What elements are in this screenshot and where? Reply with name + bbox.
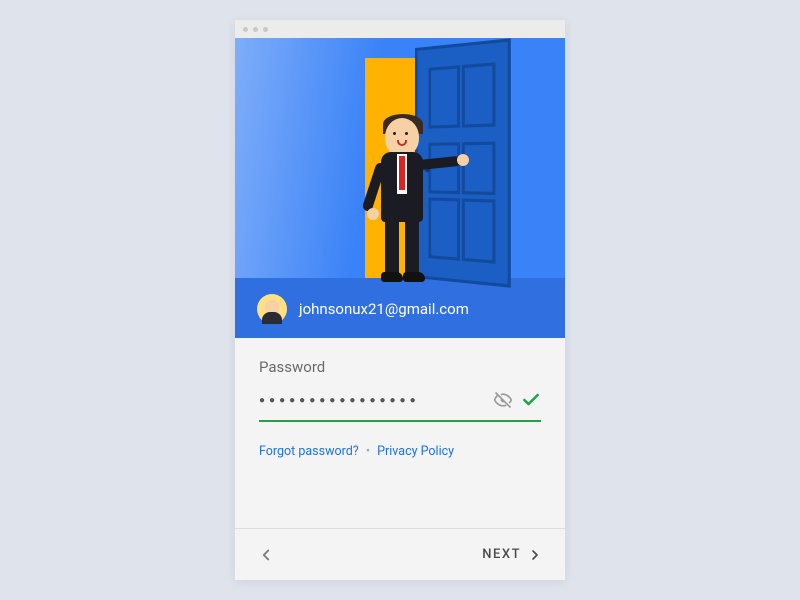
password-form: Password ●●●●●●●●●●●●●●●● Forgot passwor… [235, 338, 565, 467]
window-dot [263, 27, 268, 32]
separator: • [366, 444, 370, 459]
hero-illustration: johnsonux21@gmail.com [235, 38, 565, 338]
window-titlebar [235, 20, 565, 38]
account-chip[interactable]: johnsonux21@gmail.com [257, 294, 469, 324]
login-screen: johnsonux21@gmail.com Password ●●●●●●●●●… [235, 20, 565, 580]
window-dot [253, 27, 258, 32]
visibility-off-icon[interactable] [493, 390, 513, 410]
forgot-password-link[interactable]: Forgot password? [259, 444, 359, 459]
chevron-left-icon [257, 546, 275, 564]
chevron-right-icon [527, 547, 543, 563]
person-illustration [363, 118, 443, 298]
password-mask: ●●●●●●●●●●●●●●●● [259, 395, 485, 406]
checkmark-icon [521, 390, 541, 410]
back-button[interactable] [257, 546, 275, 564]
help-links: Forgot password? • Privacy Policy [259, 444, 541, 459]
password-label: Password [259, 358, 541, 376]
window-dot [243, 27, 248, 32]
avatar [257, 294, 287, 324]
bottom-nav: NEXT [235, 528, 565, 580]
account-email: johnsonux21@gmail.com [299, 300, 469, 318]
next-label: NEXT [482, 547, 521, 562]
password-field[interactable]: ●●●●●●●●●●●●●●●● [259, 390, 541, 422]
privacy-policy-link[interactable]: Privacy Policy [377, 444, 454, 459]
next-button[interactable]: NEXT [482, 547, 543, 563]
